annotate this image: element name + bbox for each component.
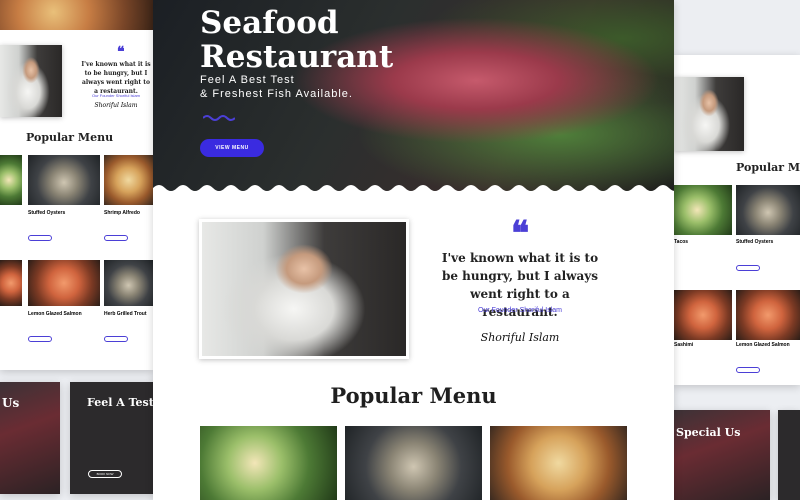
right-preview-panel: Popular Menu Tacos Stuffed Oysters Sashi… [674, 55, 800, 385]
right-menu-heading: Popular Menu [736, 161, 800, 174]
right-menu-image [736, 290, 800, 340]
right-order-button[interactable] [736, 367, 760, 373]
left-booking-title: Feel A Teste [87, 396, 154, 409]
quote-icon: ❝ [511, 214, 530, 254]
left-menu-image [0, 155, 22, 205]
menu-item-image[interactable] [200, 426, 337, 500]
hero-subtitle-line: Feel A Best Test [200, 74, 295, 86]
right-menu-item-name: Tacos [674, 239, 689, 245]
left-menu-item-name: Stuffed Oysters [28, 210, 66, 216]
hero-subtitle: Feel A Best Test & Freshest Fish Availab… [200, 73, 353, 101]
right-chef-image [674, 77, 744, 151]
left-menu-image [28, 260, 100, 306]
left-menu-item-name: Shrimp Alfredo [104, 210, 140, 216]
menu-item-image[interactable] [345, 426, 482, 500]
view-menu-button[interactable]: VIEW MENU [200, 139, 264, 157]
left-menu-image [104, 155, 153, 205]
chef-image [199, 219, 409, 359]
hero-title-line: Restaurant [200, 39, 394, 75]
right-menu-image [674, 290, 732, 340]
left-booking-card: Feel A Teste BOOK NOW [70, 382, 154, 494]
hero-banner: Seafood Restaurant Feel A Best Test & Fr… [153, 0, 674, 194]
left-order-button[interactable] [104, 336, 128, 342]
left-order-button[interactable] [28, 235, 52, 241]
hero-subtitle-line: & Freshest Fish Available. [200, 88, 353, 100]
left-special-title: Us [2, 396, 20, 410]
left-book-button[interactable]: BOOK NOW [88, 470, 122, 478]
right-booking-card [778, 410, 800, 500]
hero-title-line: Seafood [200, 5, 339, 41]
right-menu-item-name: Stuffed Oysters [736, 239, 774, 245]
hero-wave-edge [153, 185, 674, 194]
right-menu-image [674, 185, 732, 235]
left-menu-image [28, 155, 100, 205]
right-order-button[interactable] [736, 265, 760, 271]
right-menu-item-name: Sashimi [674, 342, 694, 348]
menu-item-image[interactable] [490, 426, 627, 500]
left-signature: Shoriful Islam [94, 102, 138, 109]
left-menu-item-name: Herb Grilled Trout [104, 311, 147, 317]
left-order-button[interactable] [28, 336, 52, 342]
left-menu-image [104, 260, 153, 306]
left-menu-item-name: Lemon Glazed Salmon [28, 311, 82, 317]
left-chef-image [0, 45, 62, 117]
left-menu-image [0, 260, 22, 306]
founder-signature: Shoriful Islam [480, 331, 560, 344]
left-quote-author: Our Founder Shoriful Islam [91, 93, 141, 98]
left-order-button[interactable] [104, 235, 128, 241]
quote-author: Our Founder Shoriful Islam [477, 307, 563, 314]
left-quote-icon: ❝ [117, 44, 125, 60]
left-quote-text: I've known what it is to be hungry, but … [81, 61, 151, 95]
wave-divider-icon [203, 115, 235, 121]
right-special-card: Special Us [674, 410, 770, 500]
main-preview-panel: Seafood Restaurant Feel A Best Test & Fr… [153, 0, 674, 500]
left-special-card: Us [0, 382, 60, 494]
right-menu-image [736, 185, 800, 235]
left-preview-panel: ❝ I've known what it is to be hungry, bu… [0, 0, 153, 370]
right-special-title: Special Us [676, 426, 741, 439]
popular-menu-heading: Popular Menu [330, 383, 497, 408]
left-hero-image [0, 0, 153, 30]
left-menu-heading: Popular Menu [26, 131, 114, 144]
hero-title: Seafood Restaurant [200, 6, 393, 74]
right-menu-item-name: Lemon Glazed Salmon [736, 342, 790, 348]
